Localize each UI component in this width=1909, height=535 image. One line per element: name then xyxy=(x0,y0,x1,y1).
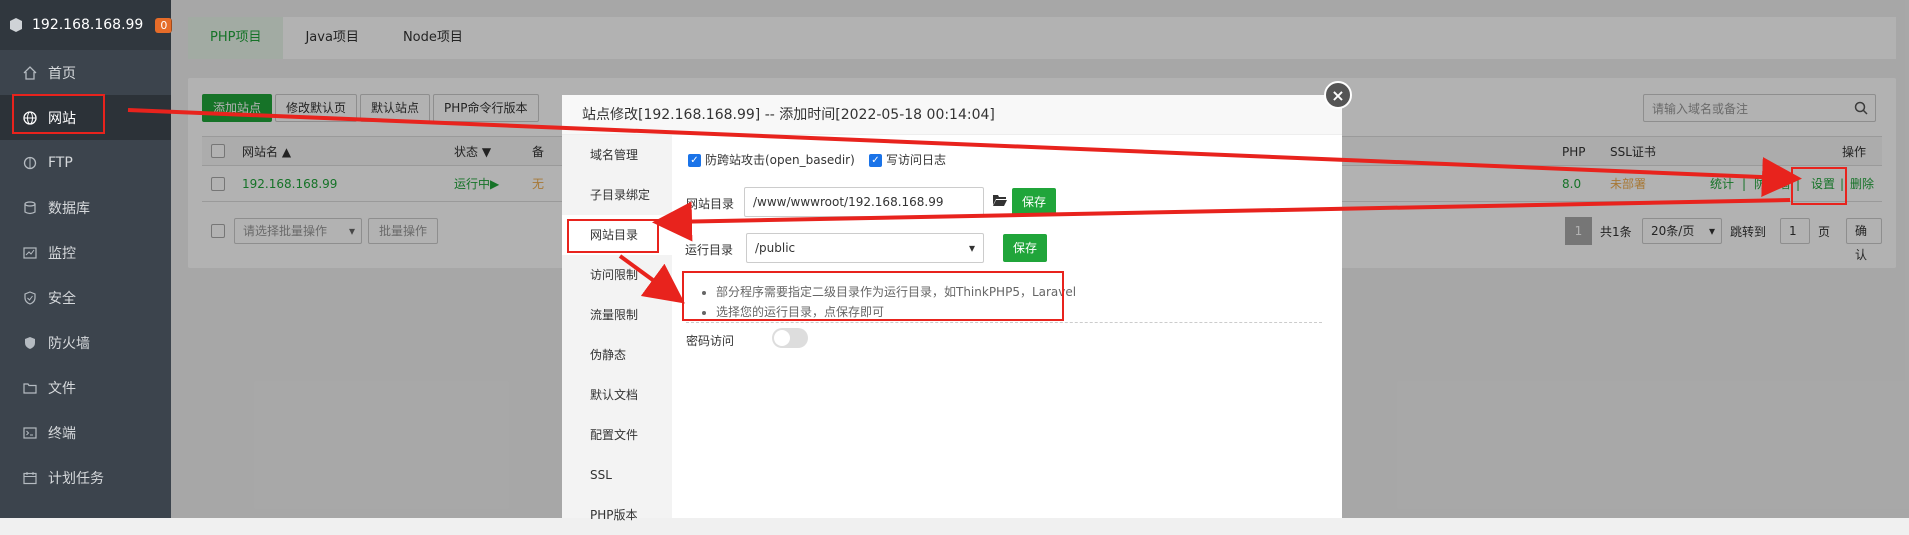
folder-icon xyxy=(22,380,38,396)
sidebar-item-label: 文件 xyxy=(48,380,76,397)
sidebar-item-label: FTP xyxy=(48,154,73,171)
run-dir-label: 运行目录 xyxy=(685,243,734,257)
firewall-icon xyxy=(22,335,38,351)
sidebar-item-firewall[interactable]: 防火墙 xyxy=(0,320,171,365)
calendar-icon xyxy=(22,470,38,486)
database-icon xyxy=(22,200,38,216)
sidebar-item-label: 防火墙 xyxy=(48,335,90,352)
sidebar-item-monitor[interactable]: 监控 xyxy=(0,230,171,275)
sidebar-item-label: 安全 xyxy=(48,290,76,307)
folder-open-icon[interactable] xyxy=(992,193,1008,210)
chevron-down-icon: ▾ xyxy=(968,241,975,255)
sidebar-item-label: 计划任务 xyxy=(48,470,104,487)
sidebar-item-ftp[interactable]: FTP xyxy=(0,140,171,185)
sidebar-item-security[interactable]: 安全 xyxy=(0,275,171,320)
nav-default-document[interactable]: 默认文档 xyxy=(562,375,672,415)
access-log-option[interactable]: ✓ 写访问日志 xyxy=(869,151,946,168)
sidebar-item-label: 终端 xyxy=(48,425,76,442)
nav-rewrite[interactable]: 伪静态 xyxy=(562,335,672,375)
terminal-icon xyxy=(22,425,38,441)
highlight-run-directory-row xyxy=(682,271,1064,321)
sidebar-item-database[interactable]: 数据库 xyxy=(0,185,171,230)
nav-domain-management[interactable]: 域名管理 xyxy=(562,135,672,175)
sidebar-item-label: 首页 xyxy=(48,65,76,82)
anti-xss-checkbox[interactable]: ✓ xyxy=(688,154,701,167)
modal-body: ✓ 防跨站攻击(open_basedir) ✓ 写访问日志 网站目录 /www/ww… xyxy=(672,135,1342,518)
monitor-icon xyxy=(22,245,38,261)
highlight-website-menu xyxy=(12,94,105,134)
access-log-checkbox[interactable]: ✓ xyxy=(869,154,882,167)
nav-config-file[interactable]: 配置文件 xyxy=(562,415,672,455)
run-dir-select[interactable]: /public ▾ xyxy=(746,233,984,263)
sidebar-item-label: 监控 xyxy=(48,245,76,262)
sidebar-item-cron[interactable]: 计划任务 xyxy=(0,455,171,500)
sidebar-header: 192.168.168.99 0 xyxy=(0,0,173,50)
highlight-settings-link xyxy=(1791,167,1847,205)
access-log-label: 写访问日志 xyxy=(886,153,947,167)
highlight-site-directory-nav xyxy=(567,219,659,253)
nav-subdirectory-binding[interactable]: 子目录绑定 xyxy=(562,175,672,215)
server-icon xyxy=(8,17,24,33)
sidebar-item-files[interactable]: 文件 xyxy=(0,365,171,410)
home-icon xyxy=(22,65,38,81)
site-dir-input[interactable]: /www/wwwroot/192.168.168.99 xyxy=(744,187,984,217)
nav-php-version[interactable]: PHP版本 xyxy=(562,495,672,535)
anti-xss-label: 防跨站攻击(open_basedir) xyxy=(705,153,855,167)
site-dir-save-button[interactable]: 保存 xyxy=(1012,188,1056,216)
nav-traffic-limit[interactable]: 流量限制 xyxy=(562,295,672,335)
divider xyxy=(686,322,1322,323)
anti-xss-option[interactable]: ✓ 防跨站攻击(open_basedir) xyxy=(688,151,855,168)
password-access-toggle[interactable] xyxy=(772,328,808,348)
nav-access-restriction[interactable]: 访问限制 xyxy=(562,255,672,295)
notification-badge[interactable]: 0 xyxy=(155,17,173,33)
sidebar: 192.168.168.99 0 首页 网站 FTP 数据库 监控 安全 防火墙… xyxy=(0,0,173,518)
nav-ssl[interactable]: SSL xyxy=(562,455,672,495)
host-label: 192.168.168.99 xyxy=(32,17,144,33)
modal-title: 站点修改[192.168.168.99] -- 添加时间[2022-05-18 … xyxy=(562,95,1342,135)
sidebar-item-home[interactable]: 首页 xyxy=(0,50,171,95)
close-icon[interactable]: × xyxy=(1324,81,1352,109)
modal-nav: 域名管理 子目录绑定 网站目录 访问限制 流量限制 伪静态 默认文档 配置文件 … xyxy=(562,135,672,522)
ftp-icon xyxy=(22,155,38,171)
password-access-label: 密码访问 xyxy=(686,334,735,348)
run-dir-save-button[interactable]: 保存 xyxy=(1003,234,1047,262)
shield-icon xyxy=(22,290,38,306)
sidebar-item-label: 数据库 xyxy=(48,200,90,217)
sidebar-item-terminal[interactable]: 终端 xyxy=(0,410,171,455)
site-dir-label: 网站目录 xyxy=(686,197,735,211)
